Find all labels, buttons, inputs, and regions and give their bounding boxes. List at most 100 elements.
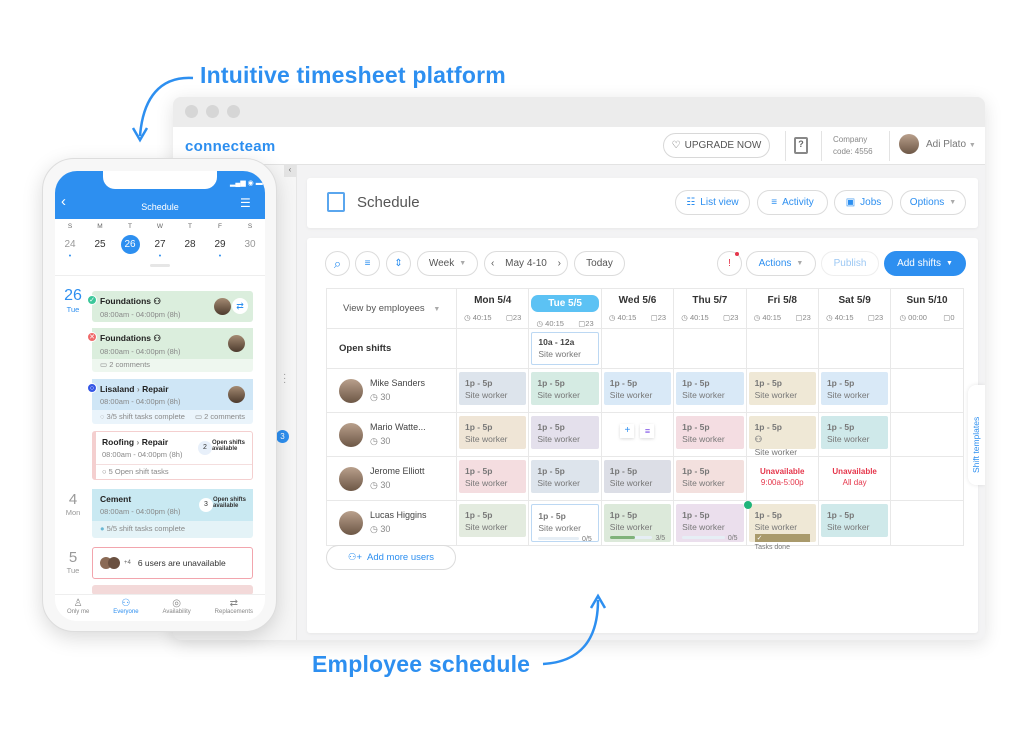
open-shift-card[interactable]: Roofing › Repair 08:00am - 04:00pm (8h) 2 O… <box>92 431 253 480</box>
shift-block[interactable]: 1p - 5p Site worker <box>603 372 672 405</box>
view-by-select[interactable]: View by employees ▼ <box>326 288 457 329</box>
publish-button[interactable]: Publish <box>821 251 879 276</box>
shift-block[interactable]: 1p - 5p Site worker <box>676 416 744 449</box>
week-day[interactable]: F 29 • <box>208 223 232 260</box>
shift-block[interactable]: 1p - 5p Site worker ✓ Tasks done <box>743 501 816 551</box>
shift-card[interactable]: Cement 08:00am - 04:00pm (8h) 3 Open shifts… <box>92 489 253 538</box>
day-header[interactable]: Wed 5/6 ◷ 40:15 ▢23 <box>600 288 675 329</box>
shift-cell[interactable]: 1p - 5p Site worker <box>455 368 530 413</box>
shift-block[interactable]: 1p - 5p Site worker 0/5 <box>676 504 744 542</box>
range-select[interactable]: Week ▼ <box>417 251 478 276</box>
shift-cell[interactable]: 1p - 5p Site worker <box>455 456 530 501</box>
shift-cell[interactable]: 1p - 5p Site worker <box>817 368 892 413</box>
shift-cell[interactable]: 1p - 5p Site worker ✓ Tasks done <box>743 500 819 551</box>
shift-block[interactable]: 1p - 5p Site worker <box>459 504 527 537</box>
shift-cell[interactable]: 1p - 5p Site worker <box>528 368 602 413</box>
shift-cell[interactable] <box>890 412 964 457</box>
open-shift-cell[interactable] <box>745 328 819 369</box>
open-shift[interactable]: 10a - 12a Site worker <box>531 332 599 365</box>
employee-cell[interactable]: Lucas Higgins ◷ 30 <box>326 500 457 546</box>
shift-block[interactable]: 1p - 5p Site worker 3/5 <box>603 504 672 542</box>
employee-cell[interactable]: Jerome Elliott ◷ 30 <box>326 456 457 501</box>
open-shift-cell[interactable] <box>455 328 530 369</box>
shift-cell[interactable]: 1p - 5p Site worker <box>817 412 892 457</box>
shift-cell[interactable]: 1p - 5p Site worker <box>528 456 602 501</box>
shift-cell[interactable]: 1p - 5p ⚇ Site worker <box>745 412 819 457</box>
more-icon[interactable]: · · · <box>283 370 286 388</box>
open-shift-cell[interactable]: 10a - 12a Site worker <box>528 328 602 369</box>
phone-tab[interactable]: ♙ Only me <box>67 595 89 621</box>
shift-card[interactable]: ○ Lisaland › Repair 08:00am - 04:00pm (8h)… <box>87 379 253 424</box>
shift-block[interactable]: 1p - 5p Site worker <box>676 460 744 493</box>
shift-block[interactable]: 1p - 5p Site worker <box>459 460 527 493</box>
open-shift-cell[interactable] <box>673 328 747 369</box>
shift-cell[interactable] <box>890 368 964 413</box>
add-more-users-button[interactable]: ⚇+ Add more users <box>326 545 456 570</box>
shift-card[interactable]: ✕ Foundations ⚇ 08:00am - 04:00pm (8h) ▭ 2 … <box>87 328 253 372</box>
day-header[interactable]: Mon 5/4 ◷ 40:15 ▢23 <box>455 288 530 329</box>
date-navigator[interactable]: ‹ May 4-10 › <box>484 251 568 276</box>
add-shift-button[interactable]: + <box>620 424 635 438</box>
shift-block[interactable]: 1p - 5p Site worker <box>603 460 672 493</box>
swap-icon[interactable]: ⇄ <box>232 298 248 314</box>
employee-cell[interactable]: Mike Sanders ◷ 30 <box>326 368 457 413</box>
shift-cell[interactable]: 1p - 5p Site worker <box>673 412 747 457</box>
shift-block[interactable]: 1p - 5p Site worker <box>531 372 599 405</box>
open-shift-cell[interactable] <box>817 328 892 369</box>
shift-cell[interactable]: 1p - 5p Site worker <box>673 456 747 501</box>
day-header[interactable]: Sat 5/9 ◷ 40:15 ▢23 <box>817 288 892 329</box>
open-shift-cell[interactable] <box>600 328 675 369</box>
week-day[interactable]: T 26 <box>118 223 142 259</box>
compress-button[interactable]: ⇕ <box>386 251 411 276</box>
shift-block[interactable]: 1p - 5p Site worker <box>676 372 744 405</box>
user-avatar[interactable] <box>899 134 919 154</box>
week-day[interactable]: S 24 • <box>58 223 82 260</box>
connecteam-logo[interactable]: connecteam <box>185 138 276 155</box>
shift-cell[interactable]: 1p - 5p Site worker 0/5 <box>528 500 602 546</box>
shift-block[interactable]: 1p - 5p Site worker <box>459 372 527 405</box>
phone-tab[interactable]: ⚇ Everyone <box>113 595 138 621</box>
shift-cell[interactable]: 1p - 5p Site worker <box>600 456 675 501</box>
week-day[interactable]: T 28 <box>178 223 202 259</box>
shift-block[interactable]: 1p - 5p Site worker 0/5 <box>531 504 599 543</box>
day-header[interactable]: Fri 5/8 ◷ 40:15 ▢23 <box>745 288 819 329</box>
search-button[interactable]: ⌕ <box>325 251 350 276</box>
collapse-sidebar-button[interactable]: ‹ <box>284 165 296 177</box>
activity-button[interactable]: ≡ Activity <box>757 190 828 215</box>
shift-cell[interactable]: 1p - 5p Site worker 3/5 <box>600 500 675 546</box>
shift-block[interactable]: 1p - 5p Site worker <box>820 416 889 449</box>
phone-tab[interactable]: ⇄ Replacements <box>215 595 253 621</box>
week-day[interactable]: M 25 <box>88 223 112 259</box>
shift-block[interactable]: 1p - 5p Site worker <box>531 460 599 493</box>
shift-cell[interactable]: 1p - 5p Site worker <box>455 500 530 546</box>
shift-templates-tab[interactable]: Shift templates <box>968 385 985 485</box>
shift-cell[interactable]: 1p - 5p Site worker <box>745 368 819 413</box>
shift-block[interactable]: 1p - 5p ⚇ Site worker <box>748 416 816 457</box>
unavailable-card[interactable]: +4 6 users are unavailable <box>92 547 253 579</box>
upgrade-now-button[interactable]: ♡ UPGRADE NOW <box>663 133 770 158</box>
open-shift-cell[interactable] <box>890 328 964 369</box>
list-view-button[interactable]: ☷ List view <box>675 190 750 215</box>
shift-cell[interactable]: 1p - 5p Site worker <box>600 368 675 413</box>
options-button[interactable]: Options ▼ <box>900 190 966 215</box>
list-settings-icon[interactable]: ☰ <box>240 196 251 210</box>
week-day[interactable]: S 30 <box>238 223 262 259</box>
day-header[interactable]: Tue 5/5 ◷ 40:15 ▢23 <box>528 288 602 329</box>
add-shifts-button[interactable]: Add shifts ▼ <box>884 251 966 276</box>
shift-cell[interactable]: 1p - 5p Site worker <box>817 500 892 546</box>
user-menu[interactable]: Adi Plato ▼ <box>926 139 976 150</box>
shift-cell[interactable]: 1p - 5p Site worker <box>673 368 747 413</box>
shift-block[interactable]: 1p - 5p Site worker <box>748 372 816 405</box>
help-icon[interactable]: ? <box>794 137 808 154</box>
shift-block[interactable]: 1p - 5p Site worker <box>820 372 889 405</box>
template-menu-button[interactable]: ≡ <box>640 424 655 438</box>
employee-cell[interactable]: Mario Watte... ◷ 30 <box>326 412 457 457</box>
shift-cell[interactable] <box>890 500 964 546</box>
shift-block[interactable]: 1p - 5p Site worker <box>531 416 599 449</box>
phone-tab[interactable]: ◎ Availability <box>163 595 191 621</box>
prev-week-button[interactable]: ‹ <box>491 258 494 269</box>
shift-cell[interactable]: 1p - 5p Site worker <box>528 412 602 457</box>
next-week-button[interactable]: › <box>558 258 561 269</box>
shift-cell[interactable]: 1p - 5p Site worker <box>455 412 530 457</box>
shift-cell[interactable]: Unavailable 9:00a-5:00p <box>745 456 819 501</box>
